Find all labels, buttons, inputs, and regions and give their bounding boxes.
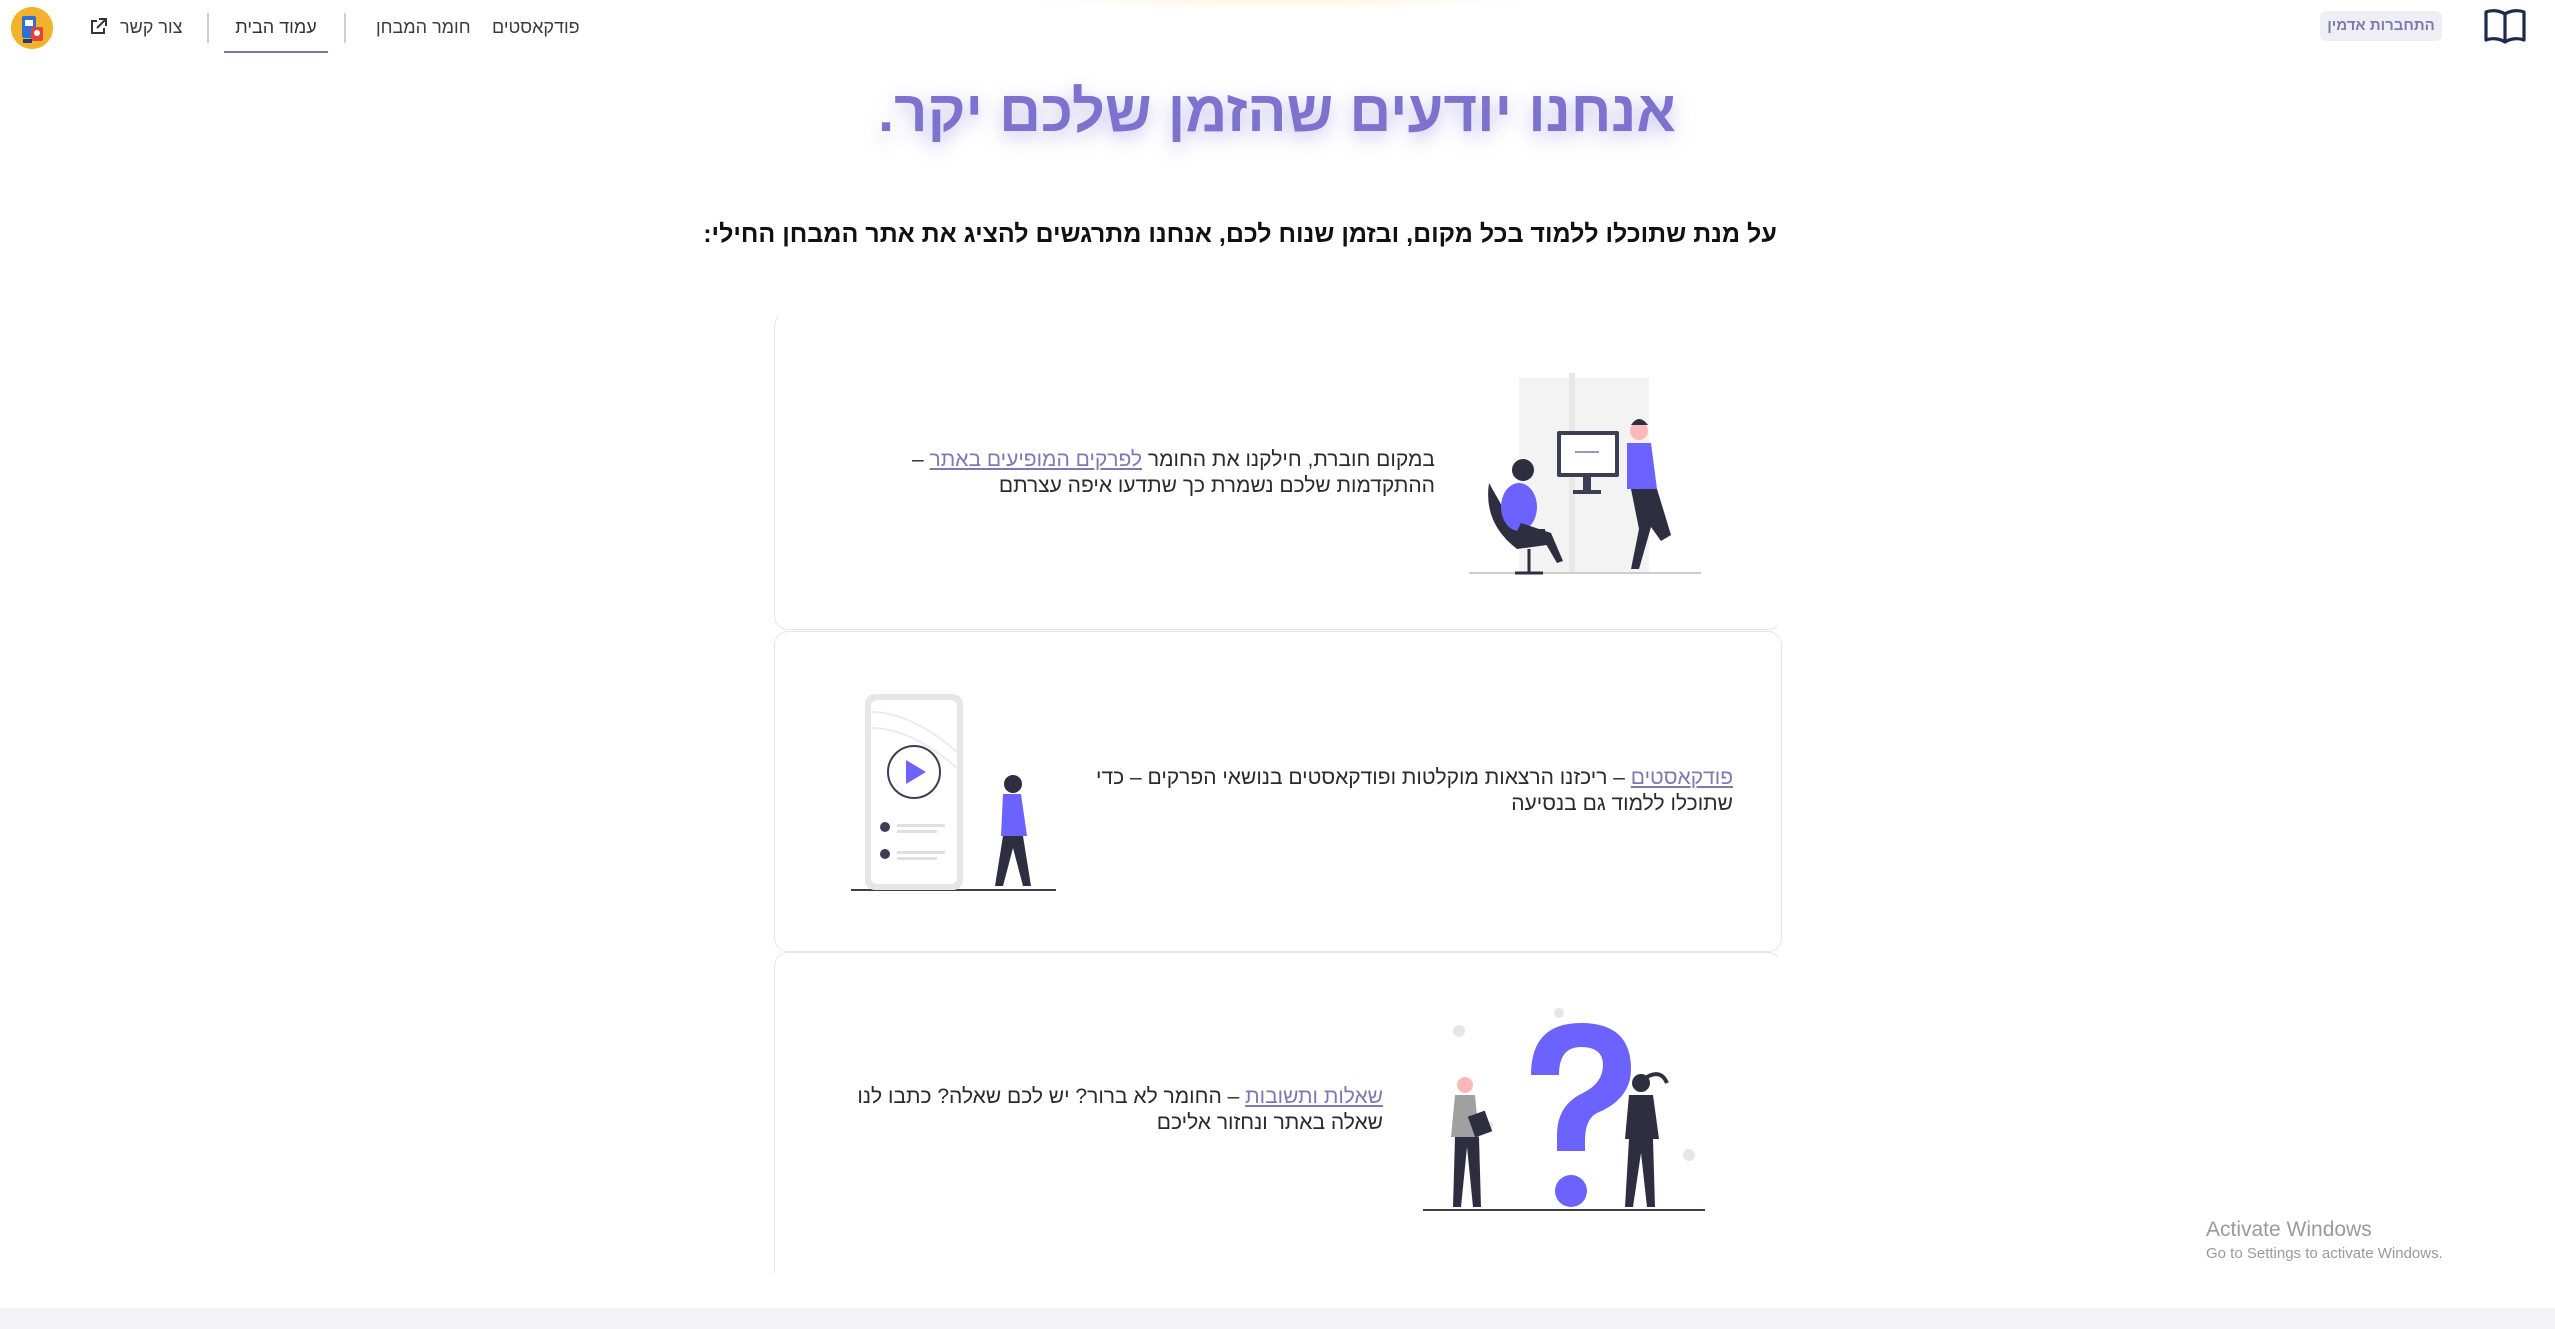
card-chapters-text: במקום חוברת, חילקנו את החומר לפרקים המופ…	[823, 447, 1435, 499]
nav-divider	[344, 13, 346, 43]
nav-divider	[207, 13, 209, 43]
feature-card-chapters: במקום חוברת, חילקנו את החומר לפרקים המופ…	[774, 312, 1782, 630]
watermark-title: Activate Windows	[2206, 1218, 2372, 1241]
nav-podcasts-link[interactable]: פודקאסטים	[492, 0, 580, 54]
top-navigation: צור קשר עמוד הבית חומר המבחן פודקאסטים ה…	[0, 0, 2555, 56]
active-tab-indicator	[224, 51, 328, 53]
card-podcasts-text: פודקאסטים – ריכזנו הרצאות מוקלטות ופודקא…	[1095, 765, 1733, 817]
windows-activation-watermark: Activate Windows Go to Settings to activ…	[2206, 1217, 2443, 1265]
feature-card-podcasts: פודקאסטים – ריכזנו הרצאות מוקלטות ופודקא…	[774, 631, 1782, 952]
podcasts-link[interactable]: פודקאסטים	[1631, 766, 1733, 789]
footer-strip	[0, 1308, 2555, 1329]
external-link-icon	[91, 18, 107, 34]
page-title: אנחנו יודעים שהזמן שלכם יקר.	[878, 79, 1676, 144]
nav-contact-label: צור קשר	[120, 17, 183, 37]
avatar-icon	[11, 7, 53, 49]
admin-login-button[interactable]: התחברות אדמין	[2320, 11, 2442, 41]
desk-computer-illustration	[1469, 373, 1701, 575]
card-qa-text: שאלות ותשובות – החומר לא ברור? יש לכם שא…	[815, 1084, 1383, 1136]
card-chapters-text-before: במקום חוברת, חילקנו את החומר	[1142, 448, 1435, 471]
qa-link[interactable]: שאלות ותשובות	[1245, 1085, 1383, 1108]
feature-card-qa: שאלות ותשובות – החומר לא ברור? יש לכם שא…	[774, 952, 1782, 1274]
nav-home-link[interactable]: עמוד הבית	[224, 0, 328, 54]
question-mark-illustration	[1423, 1008, 1705, 1211]
user-avatar[interactable]	[11, 7, 53, 49]
page-subtitle: על מנת שתוכלו ללמוד בכל מקום, ובזמן שנוח…	[703, 220, 1777, 248]
watermark-subtitle: Go to Settings to activate Windows.	[2206, 1245, 2443, 1262]
nav-material-link[interactable]: חומר המבחן	[376, 0, 471, 54]
nav-contact-link[interactable]: צור קשר	[86, 0, 182, 54]
book-logo-icon[interactable]	[2483, 6, 2527, 46]
chapters-link[interactable]: לפרקים המופיעים באתר	[930, 448, 1143, 471]
phone-play-illustration	[851, 694, 1056, 891]
